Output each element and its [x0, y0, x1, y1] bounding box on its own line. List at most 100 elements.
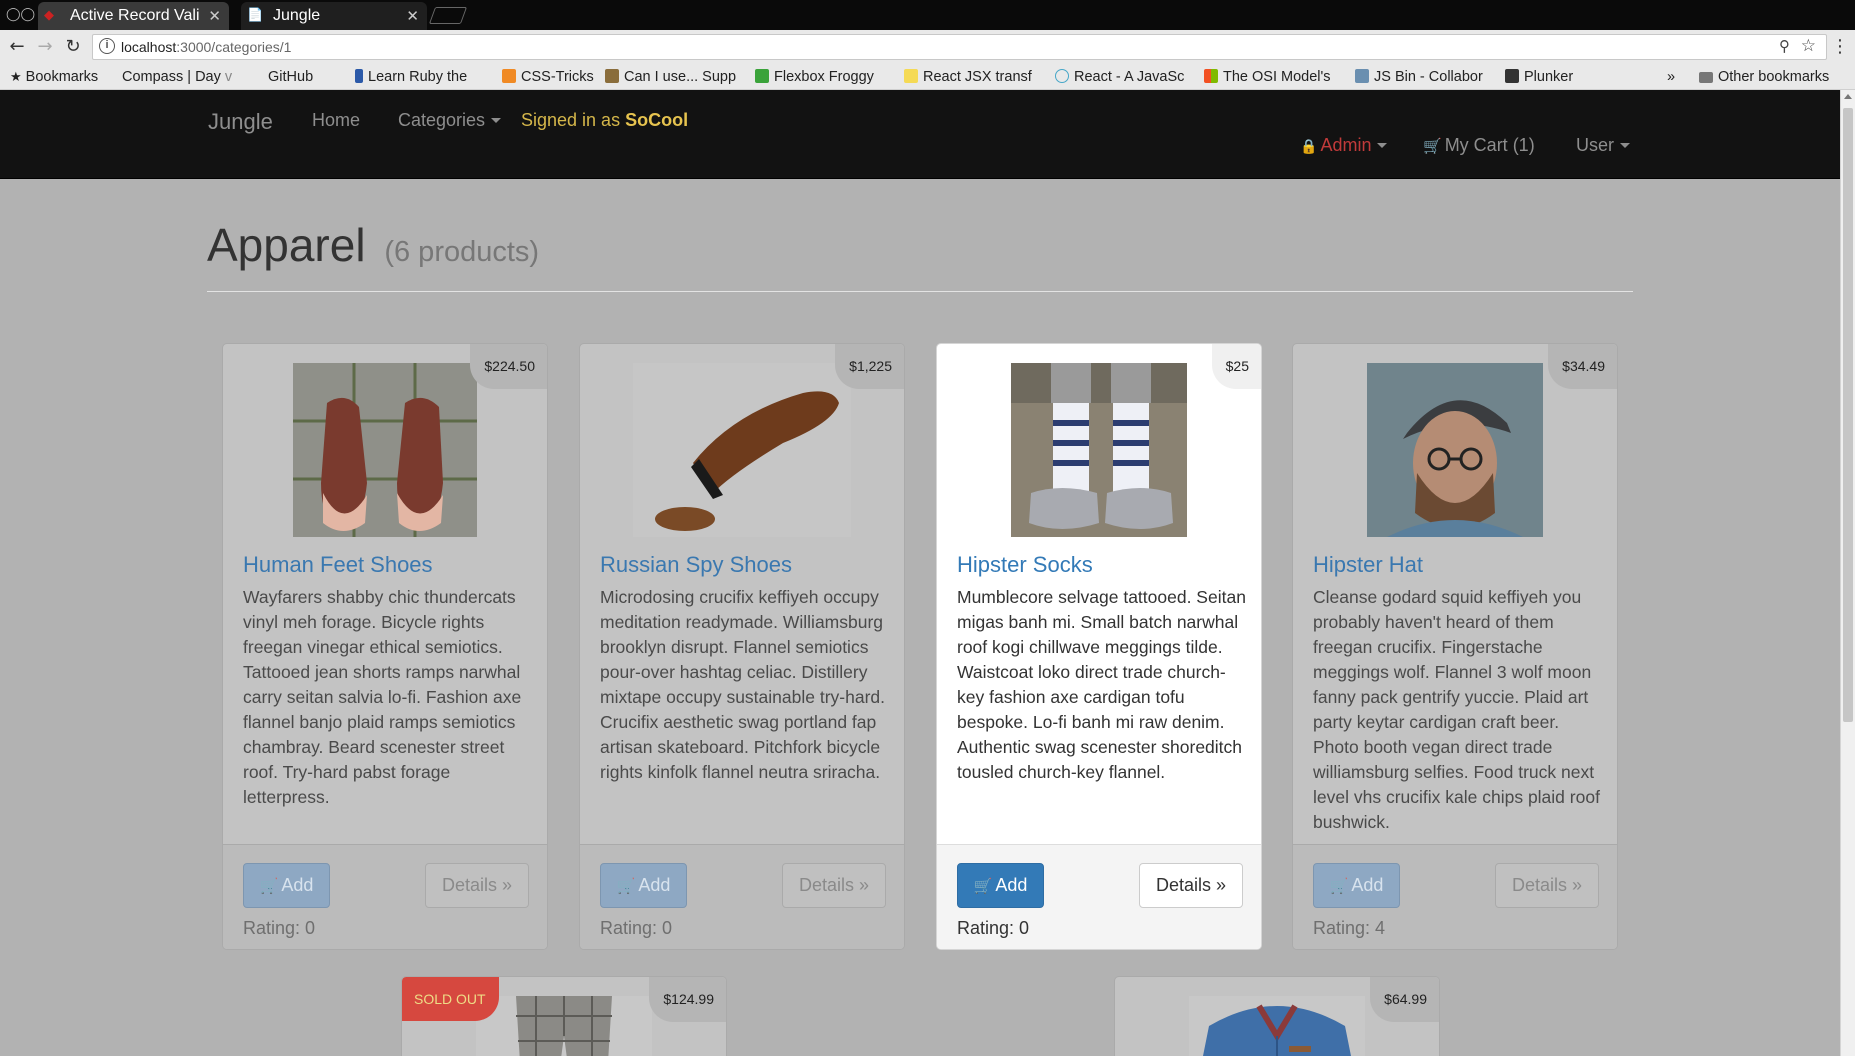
- details-button[interactable]: Details »: [1495, 863, 1599, 908]
- product-image[interactable]: [1011, 363, 1187, 537]
- my-cart-link[interactable]: 🛒 My Cart (1): [1423, 135, 1535, 156]
- product-rating: Rating: 0: [243, 918, 316, 938]
- product-image[interactable]: [1367, 363, 1543, 537]
- bookmark-other[interactable]: Other bookmarks: [1699, 64, 1849, 90]
- user-dropdown[interactable]: User: [1576, 135, 1631, 156]
- product-image[interactable]: [293, 363, 477, 537]
- star-icon: ★: [10, 70, 22, 85]
- bookmark-jsbin[interactable]: JS Bin - Collabor: [1355, 64, 1487, 90]
- caret-down-icon: [1620, 143, 1631, 148]
- bookmark-plunker[interactable]: Plunker: [1505, 64, 1587, 90]
- price-badge: $25: [1211, 344, 1261, 389]
- details-button[interactable]: Details »: [782, 863, 886, 908]
- signed-in-status: Signed in as SoCool: [521, 110, 689, 130]
- product-count: (6 products): [384, 236, 540, 268]
- add-to-cart-button[interactable]: 🛒 Add: [1313, 863, 1400, 908]
- close-tab-icon[interactable]: ✕: [208, 2, 221, 30]
- human-feet-shoes-image: [293, 363, 477, 537]
- product-description: Mumblecore selvage tattooed. Seitan miga…: [957, 587, 1246, 782]
- plaid-pants-image: [476, 996, 652, 1056]
- product-image[interactable]: [633, 363, 851, 537]
- browser-tab-active-record[interactable]: ◆ Active Record Vali ✕: [38, 2, 229, 30]
- scrollbar-thumb[interactable]: [1843, 108, 1853, 722]
- sold-out-badge: SOLD OUT: [402, 977, 499, 1021]
- bookmark-can-i-use[interactable]: Can I use... Supp: [605, 64, 740, 90]
- brand-link[interactable]: Jungle: [208, 109, 273, 135]
- bookmark-star-icon[interactable]: ☆: [1801, 36, 1816, 56]
- folder-icon: [1699, 72, 1713, 83]
- product-card: $1,225 Russian Spy Shoes Microdosing cru…: [579, 343, 905, 950]
- cart-icon: 🛒: [259, 877, 279, 895]
- bookmark-react-jsx[interactable]: React JSX transf: [904, 64, 1044, 90]
- product-name-link[interactable]: Russian Spy Shoes: [600, 552, 792, 578]
- add-to-cart-button[interactable]: 🛒 Add: [243, 863, 330, 908]
- learn-ruby-icon: [355, 69, 363, 83]
- product-description: Wayfarers shabby chic thundercats vinyl …: [243, 587, 522, 807]
- address-bar[interactable]: i localhost:3000/categories/1 ⚲ ☆: [92, 34, 1827, 60]
- close-tab-icon[interactable]: ✕: [406, 2, 419, 30]
- rails-favicon-icon: ◆: [44, 8, 54, 23]
- product-description: Cleanse godard squid keffiyeh you probab…: [1313, 587, 1600, 832]
- window-menu-icon[interactable]: ◯◯: [6, 7, 35, 23]
- scroll-up-icon[interactable]: [1844, 94, 1852, 99]
- browser-tab-jungle[interactable]: 📄 Jungle ✕: [241, 2, 427, 30]
- product-card: $224.50 Human Feet Shoes Wayfarers shabb…: [222, 343, 548, 950]
- nav-categories-dropdown[interactable]: Categories: [398, 110, 502, 131]
- caret-down-icon: [491, 118, 502, 123]
- new-tab-button[interactable]: [428, 7, 468, 24]
- product-image[interactable]: [1189, 996, 1365, 1056]
- zoom-icon[interactable]: ⚲: [1779, 37, 1790, 55]
- hipster-hat-image: [1367, 363, 1543, 537]
- back-icon[interactable]: ←: [6, 36, 28, 58]
- product-card-footer: 🛒 Add Details » Rating: 0: [223, 844, 547, 949]
- cart-icon: 🛒: [616, 877, 636, 895]
- css-tricks-icon: [502, 69, 516, 83]
- forward-icon[interactable]: →: [34, 36, 56, 58]
- bookmark-compass[interactable]: Compass | Day v: [122, 64, 262, 90]
- product-rating: Rating: 4: [1313, 918, 1386, 938]
- url-text: localhost:3000/categories/1: [121, 39, 292, 55]
- product-rating: Rating: 0: [600, 918, 673, 938]
- site-info-icon[interactable]: i: [99, 38, 115, 54]
- jsbin-icon: [1355, 69, 1369, 83]
- add-to-cart-button[interactable]: 🛒 Add: [600, 863, 687, 908]
- site-navbar: Jungle Home Categories Signed in as SoCo…: [0, 90, 1840, 179]
- cart-icon: 🛒: [973, 877, 993, 895]
- details-button[interactable]: Details »: [1139, 863, 1243, 908]
- product-card-footer: 🛒 Add Details » Rating: 0: [580, 844, 904, 949]
- lock-icon: 🔒: [1300, 139, 1318, 155]
- tab-title: Active Record Vali: [70, 7, 200, 24]
- babel-icon: [904, 69, 918, 83]
- price-badge: $34.49: [1548, 344, 1617, 389]
- product-card: $64.99: [1114, 976, 1440, 1056]
- price-badge: $1,225: [835, 344, 904, 389]
- product-name-link[interactable]: Hipster Hat: [1313, 552, 1423, 578]
- page-scrollbar[interactable]: [1840, 90, 1855, 1056]
- product-image[interactable]: [476, 996, 652, 1056]
- bookmark-learn-ruby[interactable]: Learn Ruby the: [355, 64, 485, 90]
- price-badge: $64.99: [1370, 977, 1439, 1022]
- add-to-cart-button[interactable]: 🛒 Add: [957, 863, 1044, 908]
- bookmark-bookmarks[interactable]: ★ Bookmarks: [10, 64, 114, 91]
- product-name-link[interactable]: Human Feet Shoes: [243, 552, 433, 578]
- bookmark-osi-model[interactable]: The OSI Model's: [1204, 64, 1338, 90]
- product-name-link[interactable]: Hipster Socks: [957, 552, 1093, 578]
- bookmark-react[interactable]: React - A JavaSc: [1055, 64, 1190, 90]
- russian-spy-shoes-image: [633, 363, 851, 537]
- browser-menu-icon[interactable]: ⋮: [1831, 36, 1849, 57]
- microsoft-icon: [1204, 69, 1218, 83]
- product-card-footer: 🛒 Add Details » Rating: 0: [937, 844, 1261, 949]
- price-badge: $224.50: [470, 344, 547, 389]
- admin-dropdown[interactable]: 🔒 Admin: [1300, 135, 1388, 156]
- bookmark-flexbox-froggy[interactable]: Flexbox Froggy: [755, 64, 887, 90]
- details-button[interactable]: Details »: [425, 863, 529, 908]
- reload-icon[interactable]: ↻: [62, 36, 84, 58]
- tab-title: Jungle: [273, 7, 321, 24]
- plunker-icon: [1505, 69, 1519, 83]
- bookmark-css-tricks[interactable]: CSS-Tricks: [502, 64, 602, 90]
- denim-shirt-image: [1189, 996, 1365, 1056]
- bookmark-github[interactable]: GitHub: [268, 64, 344, 90]
- page-favicon-icon: 📄: [247, 8, 264, 23]
- nav-home-link[interactable]: Home: [312, 110, 360, 131]
- more-bookmarks-button[interactable]: »: [1667, 64, 1681, 90]
